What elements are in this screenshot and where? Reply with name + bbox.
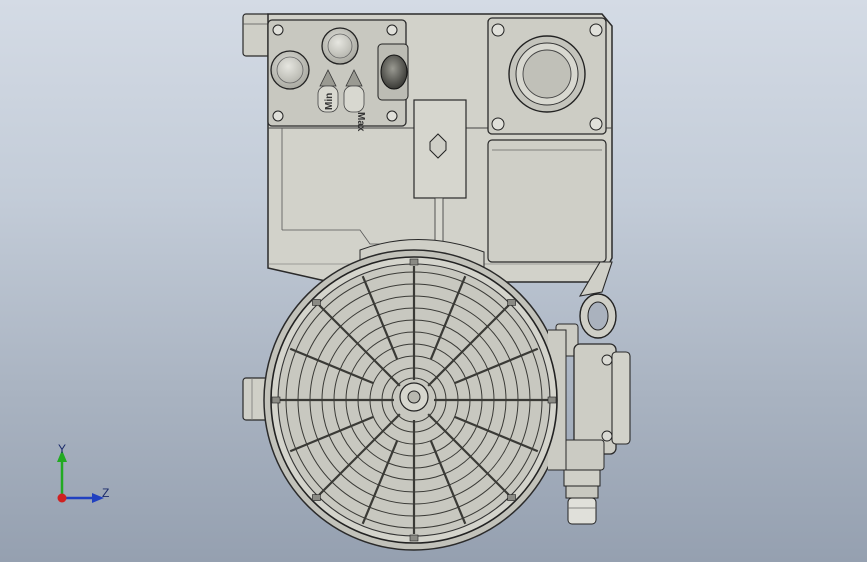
outlet-port[interactable] (508, 35, 586, 113)
lower-cover (487, 139, 607, 263)
junction-box (555, 323, 631, 471)
grille-clip (507, 299, 516, 306)
max-label: Max (355, 112, 366, 132)
grille-clip (312, 494, 321, 501)
min-label: Min (324, 93, 335, 110)
axis-y-label: Y (58, 442, 67, 456)
axis-z-label: Z (102, 486, 110, 500)
grille-clip (271, 396, 281, 404)
grille-clip (312, 299, 321, 306)
model-view[interactable]: Min Max (0, 0, 867, 562)
axis-triad-icon (57, 450, 104, 503)
grille-clip (547, 396, 557, 404)
adjust-screw-dark[interactable] (377, 43, 409, 101)
cable-gland[interactable] (563, 469, 601, 525)
fan-hub-icon (399, 382, 429, 412)
axis-triad: Y Z (44, 440, 124, 520)
pressure-knob-top[interactable] (321, 27, 359, 65)
grille-clip (409, 534, 419, 542)
grille-clip (409, 258, 419, 266)
grille-clip (507, 494, 516, 501)
left-pipe-top (242, 13, 272, 57)
pressure-knob-left[interactable] (270, 50, 310, 90)
cad-viewport[interactable]: Min Max (0, 0, 867, 562)
